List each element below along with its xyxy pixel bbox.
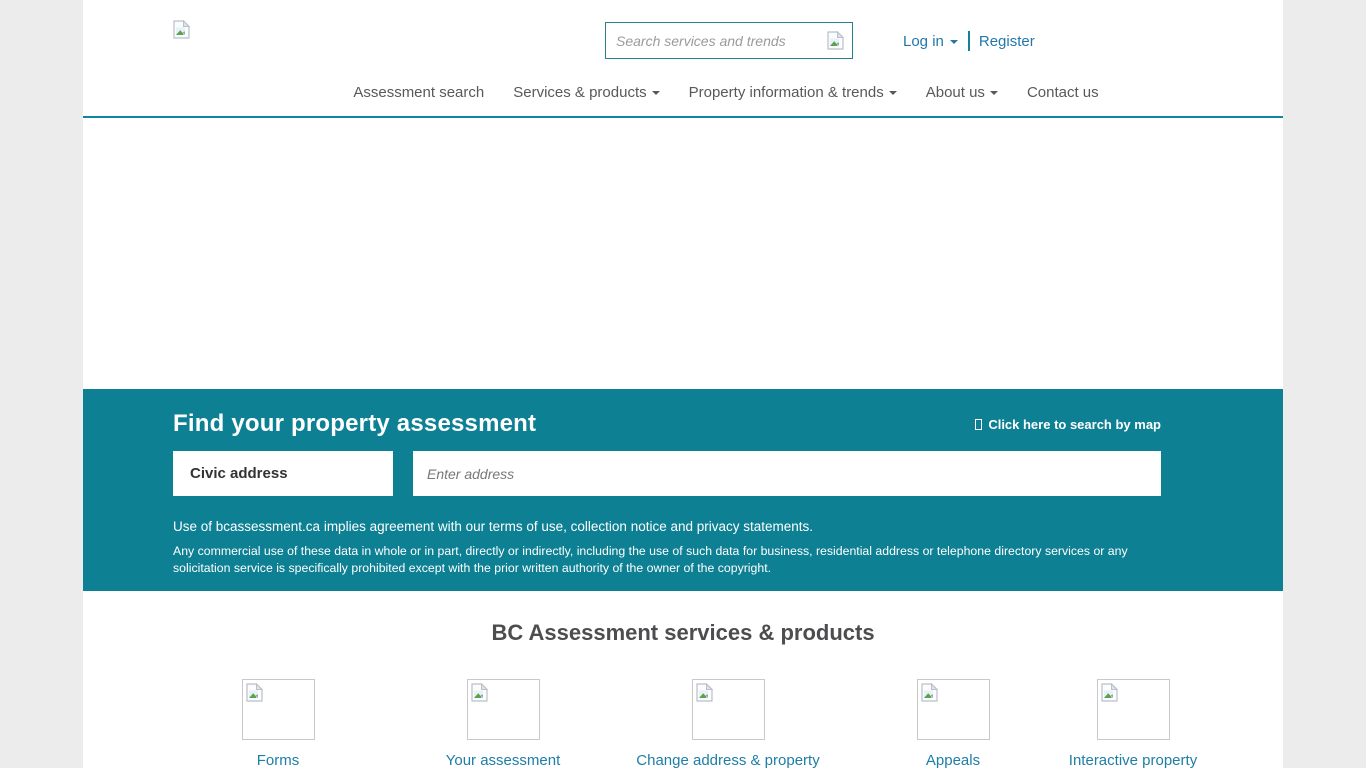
nav-item-property-information-trends[interactable]: Property information & trends (689, 84, 897, 101)
map-icon-missing-glyph (975, 419, 982, 430)
site-header: Log in Register Assessment search Servic… (83, 0, 1283, 118)
broken-image-icon (173, 20, 190, 39)
main-nav: Assessment search Services & products Pr… (126, 84, 1283, 101)
banner-top-row: Find your property assessment Click here… (173, 410, 1161, 438)
service-link-forms[interactable]: Forms (173, 752, 383, 768)
terms-of-use-text: Use of bcassessment.ca implies agreement… (173, 519, 1161, 534)
service-thumb (242, 679, 315, 740)
broken-image-icon (246, 683, 263, 702)
service-thumb (1097, 679, 1170, 740)
copyright-notice-text: Any commercial use of these data in whol… (173, 543, 1161, 577)
broken-image-icon (1101, 683, 1118, 702)
service-thumb (467, 679, 540, 740)
search-by-map-link[interactable]: Click here to search by map (975, 417, 1161, 432)
service-thumb (917, 679, 990, 740)
search-type-select[interactable]: Civic address (173, 451, 393, 496)
login-label: Log in (903, 33, 944, 50)
service-card-forms[interactable]: Forms (173, 679, 383, 768)
broken-image-icon (827, 31, 844, 50)
address-input[interactable] (413, 451, 1161, 496)
nav-item-about-us[interactable]: About us (926, 84, 998, 101)
chevron-down-icon (652, 91, 660, 95)
auth-links: Log in Register (903, 31, 1035, 51)
search-submit-button[interactable] (827, 31, 852, 50)
chevron-down-icon (889, 91, 897, 95)
page-container: Log in Register Assessment search Servic… (83, 0, 1283, 768)
header-search-box (605, 22, 853, 59)
services-heading: BC Assessment services & products (83, 591, 1283, 646)
chevron-down-icon (950, 40, 958, 44)
service-card-interactive-property[interactable]: Interactive property (1028, 679, 1238, 768)
service-link-your-assessment[interactable]: Your assessment (398, 752, 608, 768)
service-link-interactive-property[interactable]: Interactive property (1028, 752, 1238, 768)
property-search-banner: Find your property assessment Click here… (83, 389, 1283, 591)
service-link-change-address[interactable]: Change address & property (623, 752, 833, 768)
login-link[interactable]: Log in (903, 33, 958, 50)
broken-image-icon (696, 683, 713, 702)
service-link-appeals[interactable]: Appeals (848, 752, 1058, 768)
chevron-down-icon (990, 91, 998, 95)
nav-item-services-products[interactable]: Services & products (513, 84, 659, 101)
broken-image-icon (471, 683, 488, 702)
map-link-label: Click here to search by map (988, 417, 1161, 432)
banner-title: Find your property assessment (173, 410, 536, 438)
nav-item-assessment-search[interactable]: Assessment search (353, 84, 484, 101)
register-link[interactable]: Register (979, 33, 1035, 50)
hero-empty-area (83, 118, 1283, 389)
nav-item-contact-us[interactable]: Contact us (1027, 84, 1099, 101)
service-card-change-address[interactable]: Change address & property (623, 679, 833, 768)
service-card-your-assessment[interactable]: Your assessment (398, 679, 608, 768)
auth-divider (968, 31, 970, 51)
assessment-search-form: Civic address (173, 451, 1161, 496)
service-card-appeals[interactable]: Appeals (848, 679, 1058, 768)
services-section: BC Assessment services & products Forms … (83, 591, 1283, 766)
service-thumb (692, 679, 765, 740)
header-search-input[interactable] (606, 23, 827, 58)
logo-broken-image-icon[interactable] (173, 20, 190, 44)
broken-image-icon (921, 683, 938, 702)
